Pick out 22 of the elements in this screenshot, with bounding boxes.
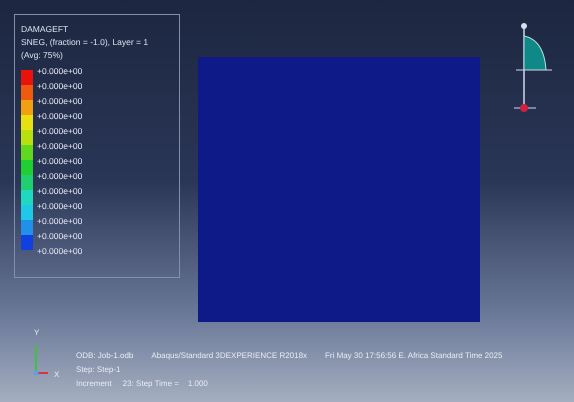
legend-value: +0.000e+00 [37, 80, 82, 93]
legend-value: +0.000e+00 [37, 230, 82, 243]
legend-value: +0.000e+00 [37, 95, 82, 108]
legend-value: +0.000e+00 [37, 125, 82, 138]
legend-value: +0.000e+00 [37, 65, 82, 78]
odb-label: ODB: Job-1.odb [76, 350, 134, 362]
axis-triad-drawing: Y X [30, 325, 74, 395]
legend-value: +0.000e+00 [37, 185, 82, 198]
solver-label: Abaqus/Standard 3DEXPERIENCE R2018x [151, 350, 308, 362]
legend-subtitle: SNEG, (fraction = -1.0), Layer = 1 [21, 36, 150, 48]
step-label: Step: Step-1 [76, 364, 122, 376]
legend-value: +0.000e+00 [37, 215, 82, 228]
legend-value: +0.000e+00 [37, 245, 82, 258]
legend-value: +0.000e+00 [37, 155, 82, 168]
legend-average: (Avg: 75%) [21, 49, 64, 61]
legend-title: DAMAGEFT [21, 23, 70, 35]
legend-value: +0.000e+00 [37, 140, 82, 153]
increment-label: Increment 23: Step Time = 1.000 [76, 378, 209, 390]
date-label: Fri May 30 17:56:56 E. Africa Standard Time 2025 [325, 350, 502, 362]
legend-value: +0.000e+00 [37, 170, 82, 183]
legend-value: +0.000e+00 [37, 200, 82, 213]
legend-value: +0.000e+00 [37, 110, 82, 123]
